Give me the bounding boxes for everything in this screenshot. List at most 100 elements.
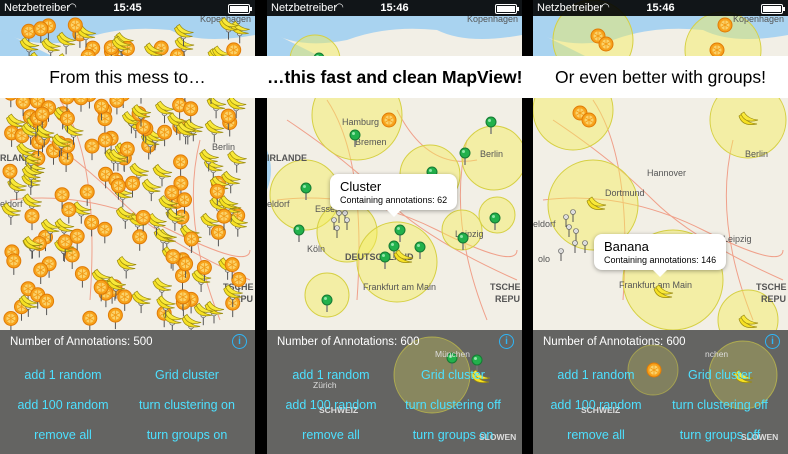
clock: 15:46 (646, 2, 675, 14)
map-label-tsche: TSCHE (756, 282, 787, 292)
orange-icon[interactable] (216, 208, 232, 224)
orange-icon[interactable] (224, 257, 240, 273)
grid-cluster-button[interactable]: Grid cluster (421, 368, 485, 382)
orange-icon[interactable] (175, 289, 191, 305)
orange-icon[interactable] (84, 214, 100, 230)
orange-icon[interactable] (97, 111, 113, 127)
toggle-clustering-button[interactable]: turn clustering off (672, 398, 768, 412)
map-label-irlande: IRLANDE (267, 153, 307, 163)
orange-icon[interactable] (177, 192, 192, 208)
orange-icon[interactable] (135, 119, 151, 135)
map-label-muenchen: München (435, 349, 470, 359)
orange-icon[interactable] (132, 229, 148, 245)
orange-icon[interactable] (54, 187, 70, 203)
orange-icon[interactable] (82, 310, 98, 326)
orange-icon[interactable] (153, 40, 169, 56)
orange-icon[interactable] (165, 249, 181, 265)
add-1-random-button[interactable]: add 1 random (24, 368, 101, 382)
orange-icon[interactable] (226, 42, 242, 58)
callout-title: Banana (604, 239, 649, 254)
orange-icon[interactable] (61, 202, 77, 218)
status-bar: Netzbetreiber ◠ 15:46 (267, 0, 522, 16)
orange-icon[interactable] (117, 289, 133, 305)
add-1-random-button[interactable]: add 1 random (292, 368, 369, 382)
grid-cluster-button[interactable]: Grid cluster (155, 368, 219, 382)
info-icon[interactable]: i (232, 334, 247, 349)
orange-icon[interactable] (39, 293, 55, 309)
orange-icon[interactable] (173, 154, 189, 170)
orange-icon[interactable] (119, 141, 135, 157)
remove-all-button[interactable]: remove all (302, 428, 360, 442)
orange-icon[interactable] (93, 279, 109, 295)
orange-icon[interactable] (196, 260, 212, 275)
orange-icon[interactable] (2, 163, 18, 179)
orange-icon[interactable] (33, 262, 49, 278)
map-view[interactable]: Kopenhagen Berlin TSCHE REPU eldorf RLAN… (0, 0, 255, 330)
map-label-berlin: Berlin (745, 149, 768, 159)
orange-icon[interactable] (164, 185, 180, 201)
toggle-clustering-button[interactable]: turn clustering on (139, 398, 235, 412)
map-label-frankfurt: Frankfurt am Main (363, 282, 436, 292)
orange-icon[interactable] (34, 106, 50, 122)
orange-icon[interactable] (97, 132, 113, 148)
orange-icon[interactable] (210, 224, 226, 240)
orange-icon[interactable] (220, 108, 236, 124)
map-label-bremen: Bremen (355, 137, 387, 147)
caption-right: Or even better with groups! (554, 67, 767, 87)
add-1-random-button[interactable]: add 1 random (557, 368, 634, 382)
orange-icon[interactable] (183, 231, 199, 247)
control-panel: München Zürich SCHWEIZ SLOWEN Number of … (267, 330, 522, 454)
orange-icon[interactable] (178, 256, 194, 272)
clock: 15:45 (113, 2, 142, 14)
map-view[interactable]: Kopenhagen Hamburg Bremen Berlin IRLANDE… (267, 0, 522, 330)
orange-icon[interactable] (209, 183, 225, 199)
map-label-repu: REPU (495, 294, 520, 304)
clock: 15:46 (380, 2, 409, 14)
orange-icon[interactable] (110, 178, 126, 194)
add-100-random-button[interactable]: add 100 random (17, 398, 108, 412)
orange-icon[interactable] (79, 184, 95, 200)
add-100-random-button[interactable]: add 100 random (550, 398, 641, 412)
orange-icon[interactable] (84, 138, 100, 154)
orange-icon[interactable] (107, 307, 123, 323)
orange-icon[interactable] (157, 124, 173, 140)
orange-icon[interactable] (94, 98, 109, 114)
orange-icon[interactable] (33, 21, 49, 37)
orange-icon[interactable] (6, 253, 22, 269)
orange-icon[interactable] (231, 272, 247, 287)
banana-callout[interactable]: Banana Containing annotations: 146 (594, 234, 727, 277)
map-label-berlin: Berlin (212, 142, 235, 152)
orange-icon[interactable] (24, 208, 40, 224)
add-100-random-button[interactable]: add 100 random (285, 398, 376, 412)
remove-all-button[interactable]: remove all (34, 428, 92, 442)
cluster-callout[interactable]: Cluster Containing annotations: 62 (330, 174, 458, 217)
annotation-count: Number of Annotations: 600 (543, 336, 686, 348)
annotation-count: Number of Annotations: 600 (277, 336, 420, 348)
toggle-groups-button[interactable]: turn groups on (413, 428, 494, 442)
map-label-olo: olo (538, 254, 550, 264)
toggle-groups-button[interactable]: turn groups on (147, 428, 228, 442)
map-label-tsche: TSCHE (490, 282, 521, 292)
info-icon[interactable]: i (765, 334, 780, 349)
orange-icon[interactable] (135, 210, 151, 225)
orange-icon[interactable] (97, 221, 113, 237)
orange-icon[interactable] (183, 101, 199, 117)
control-panel: Number of Annotations: 500 i add 1 rando… (0, 330, 255, 454)
orange-icon[interactable] (67, 17, 83, 33)
info-icon[interactable]: i (499, 334, 514, 349)
map-label-eldorf: eldorf (267, 199, 290, 209)
grid-cluster-button[interactable]: Grid cluster (688, 368, 752, 382)
toggle-groups-button[interactable]: turn groups off (680, 428, 760, 442)
status-bar: Netzbetreiber ◠ 15:45 (0, 0, 255, 16)
map-view[interactable]: Kopenhagen Hannover Berlin Dortmund eldo… (533, 0, 788, 330)
orange-icon[interactable] (69, 228, 85, 244)
toggle-clustering-button[interactable]: turn clustering off (405, 398, 501, 412)
orange-icon[interactable] (59, 111, 75, 126)
callout-subtitle: Containing annotations: 62 (340, 195, 448, 205)
orange-icon[interactable] (3, 311, 19, 326)
callout-title: Cluster (340, 179, 382, 194)
orange-icon[interactable] (125, 175, 140, 191)
remove-all-button[interactable]: remove all (567, 428, 625, 442)
map-label-hamburg: Hamburg (342, 117, 379, 127)
orange-icon[interactable] (74, 266, 90, 282)
